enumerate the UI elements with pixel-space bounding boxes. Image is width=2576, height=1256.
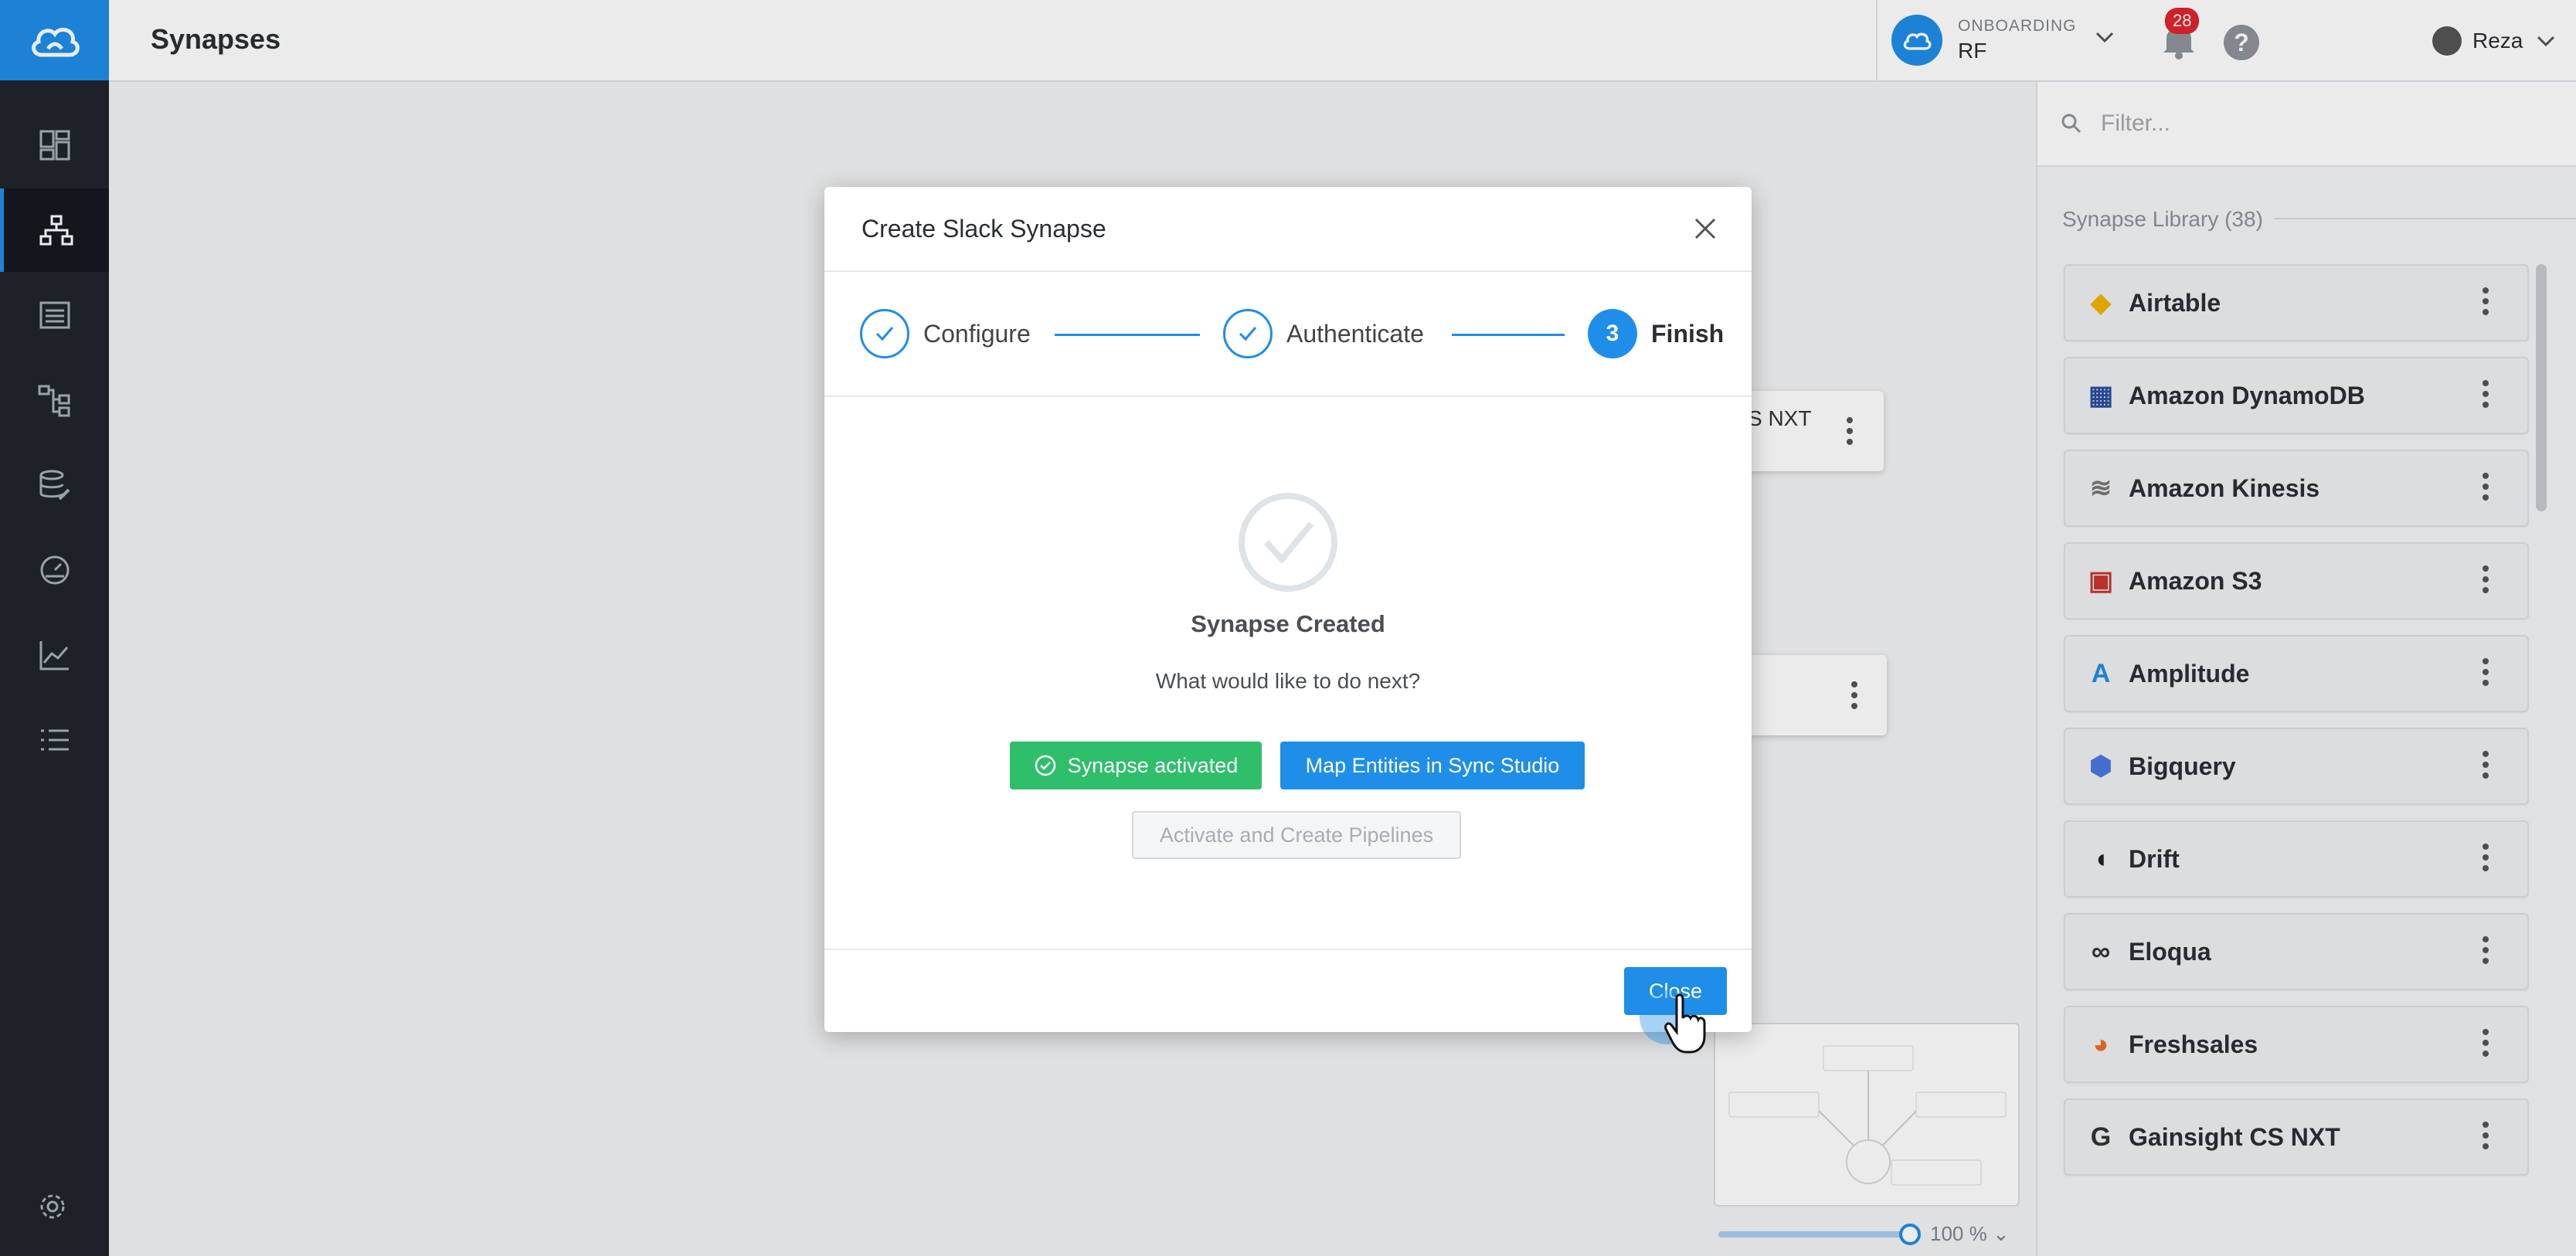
success-check-icon xyxy=(1239,493,1337,592)
step-number: 3 xyxy=(1588,309,1637,358)
check-icon xyxy=(860,309,909,358)
check-icon xyxy=(1223,309,1273,358)
step-connector xyxy=(1055,334,1200,336)
modal-footer-divider xyxy=(824,949,1752,950)
step-connector xyxy=(1452,334,1565,336)
step-finish: 3 Finish xyxy=(1588,309,1724,358)
modal-header: Create Slack Synapse xyxy=(824,187,1752,272)
success-subtitle: What would like to do next? xyxy=(1155,669,1421,693)
activate-create-pipelines-button: Activate and Create Pipelines xyxy=(1132,811,1461,859)
step-label: Authenticate xyxy=(1286,319,1424,348)
success-title: Synapse Created xyxy=(1191,610,1385,637)
check-circle-icon xyxy=(1035,755,1055,776)
step-label: Configure xyxy=(923,319,1031,348)
close-icon[interactable] xyxy=(1690,213,1721,244)
hand-cursor-icon xyxy=(1664,993,1706,1054)
step-configure: Configure xyxy=(860,309,1031,358)
map-entities-button[interactable]: Map Entities in Sync Studio xyxy=(1280,742,1585,789)
button-label: Synapse activated xyxy=(1067,753,1239,777)
step-authenticate: Authenticate xyxy=(1223,309,1424,358)
modal-title: Create Slack Synapse xyxy=(861,215,1106,243)
synapse-activated-button[interactable]: Synapse activated xyxy=(1010,742,1262,789)
stepper: Configure Authenticate 3 Finish xyxy=(824,272,1752,397)
step-label: Finish xyxy=(1651,319,1725,348)
create-synapse-modal: Create Slack Synapse Configure Authentic… xyxy=(824,187,1752,1032)
